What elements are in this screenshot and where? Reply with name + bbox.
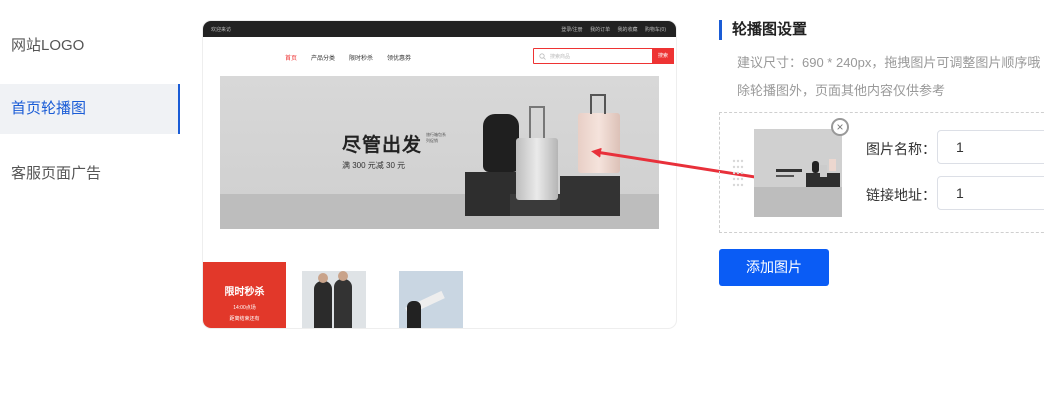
homepage-preview: 欢迎来访 登录/注册 我的订单 我的收藏 购物车(0) 首页 产品分类 限时秒杀… [203, 21, 676, 328]
preview-nav: 首页 产品分类 限时秒杀 领优惠券 搜索商品 搜索 [203, 37, 676, 77]
preview-nav-category: 产品分类 [311, 56, 336, 62]
preview-product-image [302, 271, 366, 328]
link-url-label: 链接地址： [866, 187, 936, 203]
preview-topbar: 欢迎来访 登录/注册 我的订单 我的收藏 购物车(0) [203, 21, 676, 37]
carousel-thumbnail[interactable] [754, 129, 842, 217]
image-name-input[interactable]: 1 [937, 130, 1044, 164]
preview-link-cart: 购物车(0) [644, 27, 666, 33]
settings-sidebar: 网站LOGO 首页轮播图 客服页面广告 [0, 0, 180, 403]
preview-search-placeholder: 搜索商品 [550, 54, 571, 60]
silver-suitcase-image [516, 138, 558, 200]
link-url-input[interactable]: 1 [937, 176, 1044, 210]
sidebar-item-service-ad[interactable]: 客服页面广告 [0, 149, 180, 199]
flash-sale-time: 14:00点场 [233, 305, 256, 311]
size-hint: 建议尺寸：690 * 240px，拖拽图片可调整图片顺序哦 [737, 55, 1041, 70]
preview-product-image [399, 271, 463, 328]
banner-title: 尽管出发 [342, 135, 423, 156]
backpack-image [483, 114, 519, 172]
remove-item-icon[interactable]: × [831, 118, 849, 136]
suitcase-handle [529, 106, 545, 138]
preview-link-login: 登录/注册 [561, 27, 583, 33]
drag-handle-icon[interactable] [732, 158, 744, 188]
preview-search-input: 搜索商品 [533, 48, 654, 64]
preview-nav-flash: 限时秒杀 [349, 56, 374, 62]
preview-top-links: 登录/注册 我的订单 我的收藏 购物车(0) [555, 26, 666, 33]
sidebar-item-logo[interactable]: 网站LOGO [0, 21, 180, 71]
search-icon [539, 53, 546, 60]
banner-small-text: 旅行箱包系列促销 [426, 132, 446, 143]
podium-right [560, 176, 620, 216]
flash-sale-title: 限时秒杀 [224, 287, 265, 298]
preview-link-favorites: 我的收藏 [617, 27, 638, 33]
flash-sale-sub: 距离结束还有 [229, 316, 260, 322]
add-image-button[interactable]: 添加图片 [719, 249, 829, 286]
image-name-label: 图片名称： [866, 141, 936, 157]
pink-suitcase-image [578, 113, 620, 173]
sidebar-item-carousel[interactable]: 首页轮播图 [0, 84, 180, 134]
pink-suitcase-handle [590, 94, 606, 114]
preview-search-button: 搜索 [652, 48, 674, 64]
section-title: 轮播图设置 [719, 20, 807, 40]
preview-nav-home: 首页 [285, 56, 298, 62]
preview-nav-coupon: 领优惠券 [387, 56, 412, 62]
preview-flash-sale: 限时秒杀 14:00点场 距离结束还有 [203, 262, 286, 328]
banner-subtitle: 满 300 元减 30 元 [342, 161, 406, 170]
preview-banner: 尽管出发 旅行箱包系列促销 满 300 元减 30 元 [220, 76, 659, 229]
carousel-item-card[interactable]: × 图片名称： 1 链接地址： 1 [719, 112, 1044, 233]
preview-hint: 除轮播图外，页面其他内容仅供参考 [737, 83, 946, 98]
preview-welcome: 欢迎来访 [211, 27, 232, 33]
preview-link-orders: 我的订单 [590, 27, 611, 33]
